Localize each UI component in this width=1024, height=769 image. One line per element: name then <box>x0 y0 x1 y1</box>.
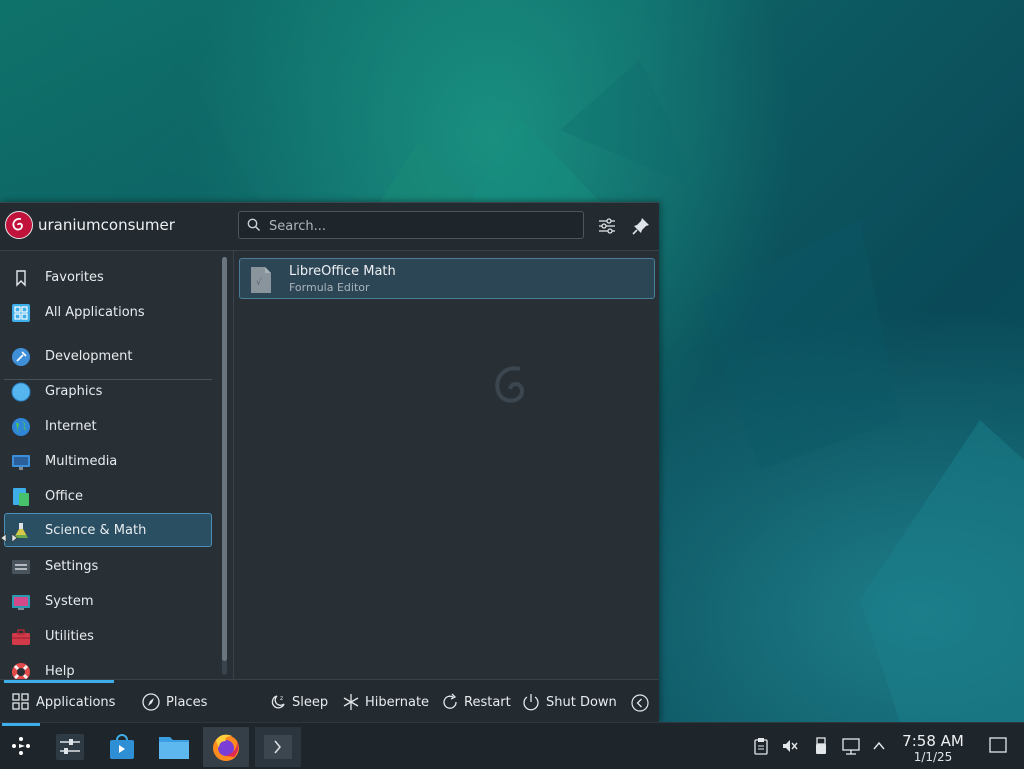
hibernate-icon <box>343 694 359 710</box>
button-label: Shut Down <box>546 695 617 710</box>
sidebar-item-office[interactable]: Office <box>4 479 212 513</box>
button-label: Restart <box>464 695 511 710</box>
restart-button[interactable]: Restart <box>439 680 511 724</box>
taskbar-konsole[interactable] <box>255 727 301 767</box>
tab-places[interactable]: Places <box>136 680 216 724</box>
svg-text:√: √ <box>256 277 262 288</box>
sidebar-item-label: System <box>45 594 94 609</box>
search-input[interactable] <box>267 215 571 237</box>
discover-store-icon <box>110 734 134 759</box>
app-result-libreoffice-math[interactable]: √ LibreOffice Math Formula Editor <box>239 258 655 299</box>
sidebar-item-label: Multimedia <box>45 454 118 469</box>
configure-icon[interactable] <box>596 215 618 237</box>
compass-icon <box>142 693 160 711</box>
sidebar-item-label: Internet <box>45 419 97 434</box>
sidebar-scrollbar-thumb[interactable] <box>222 257 227 661</box>
grid-icon <box>12 304 30 322</box>
sidebar-item-label: Office <box>45 489 83 504</box>
sidebar-item-settings[interactable]: Settings <box>4 549 212 583</box>
lifebuoy-icon <box>12 663 30 679</box>
sidebar-item-label: Settings <box>45 559 99 574</box>
search-field[interactable] <box>238 211 584 239</box>
volume-muted-icon[interactable] <box>781 737 799 755</box>
launcher-footer: Applications Places z Sleep Hibernate Re… <box>0 679 659 724</box>
sidebar-item-science-math[interactable]: Science & Math <box>4 513 212 547</box>
development-icon <box>12 348 30 366</box>
sidebar-item-label: Favorites <box>45 270 104 285</box>
app-description: Formula Editor <box>289 281 370 294</box>
tab-applications[interactable]: Applications <box>4 680 116 724</box>
sidebar-item-label: Utilities <box>45 629 94 644</box>
button-label: Sleep <box>292 695 329 710</box>
expand-tray-icon[interactable] <box>870 737 888 755</box>
sidebar-item-label: All Applications <box>45 305 145 320</box>
category-sidebar: Favorites All Applications Development G… <box>0 251 216 679</box>
system-icon <box>12 595 30 610</box>
graphics-icon <box>11 382 31 402</box>
application-launcher-button[interactable] <box>0 723 42 768</box>
sidebar-item-utilities[interactable]: Utilities <box>4 619 212 653</box>
panel-separator <box>233 251 234 679</box>
bookmark-icon <box>16 270 26 287</box>
sidebar-item-label: Science & Math <box>45 523 147 538</box>
resize-cursor-icon <box>0 533 18 543</box>
sidebar-item-development[interactable]: Development <box>4 339 212 373</box>
taskbar-system-settings[interactable] <box>47 727 93 767</box>
settings-icon <box>12 560 30 574</box>
sleep-button[interactable]: z Sleep <box>266 680 330 724</box>
taskbar-dolphin[interactable] <box>151 727 197 767</box>
sidebar-item-help[interactable]: Help <box>4 654 212 679</box>
clock-time[interactable]: 7:58 AM <box>898 732 968 750</box>
network-icon[interactable] <box>842 737 860 755</box>
system-settings-icon <box>56 734 84 760</box>
sidebar-item-favorites[interactable]: Favorites <box>4 260 212 294</box>
tab-label: Applications <box>36 695 116 710</box>
clock-date[interactable]: 1/1/25 <box>898 750 968 764</box>
pin-icon[interactable] <box>630 215 652 237</box>
power-icon <box>523 694 539 711</box>
sidebar-item-label: Help <box>45 664 75 679</box>
debian-watermark-icon <box>495 366 525 403</box>
app-name: LibreOffice Math <box>289 264 396 279</box>
debian-swirl-icon <box>12 217 23 231</box>
folder-icon <box>159 737 189 759</box>
sidebar-item-label: Graphics <box>45 384 103 399</box>
username: uraniumconsumer <box>38 216 175 234</box>
active-launcher-indicator <box>2 723 40 726</box>
restart-icon <box>443 693 457 709</box>
office-icon <box>13 488 29 506</box>
taskbar-firefox[interactable] <box>203 727 249 767</box>
clipboard-icon[interactable] <box>752 737 770 755</box>
libreoffice-math-icon: √ <box>251 267 271 293</box>
sidebar-item-system[interactable]: System <box>4 584 212 618</box>
button-label: Hibernate <box>365 695 430 710</box>
sidebar-item-multimedia[interactable]: Multimedia <box>4 444 212 478</box>
usb-icon[interactable] <box>812 737 830 755</box>
sidebar-item-internet[interactable]: Internet <box>4 409 212 443</box>
show-desktop-icon[interactable] <box>989 736 1007 754</box>
firefox-icon <box>213 734 239 761</box>
tab-label: Places <box>166 695 208 710</box>
avatar[interactable] <box>5 211 33 239</box>
globe-icon <box>12 418 30 436</box>
hibernate-button[interactable]: Hibernate <box>340 680 430 724</box>
grid-icon <box>12 693 29 710</box>
sleep-icon: z <box>271 695 285 709</box>
shut-down-button[interactable]: Shut Down <box>520 680 617 724</box>
application-launcher-menu: uraniumconsumer Favorites <box>0 202 659 724</box>
terminal-icon <box>264 735 292 759</box>
multimedia-icon <box>12 455 30 470</box>
taskbar-discover[interactable] <box>99 727 145 767</box>
launcher-header: uraniumconsumer <box>0 203 659 251</box>
search-icon <box>247 218 261 232</box>
kde-launcher-icon <box>12 737 30 755</box>
sidebar-item-all-applications[interactable]: All Applications <box>4 295 212 329</box>
sidebar-item-label: Development <box>45 349 133 364</box>
sidebar-item-graphics[interactable]: Graphics <box>4 374 212 408</box>
toolbox-icon <box>12 629 30 645</box>
svg-text:z: z <box>280 695 283 702</box>
more-options-icon[interactable] <box>631 694 649 712</box>
taskbar-panel: 7:58 AM 1/1/25 <box>0 722 1024 769</box>
